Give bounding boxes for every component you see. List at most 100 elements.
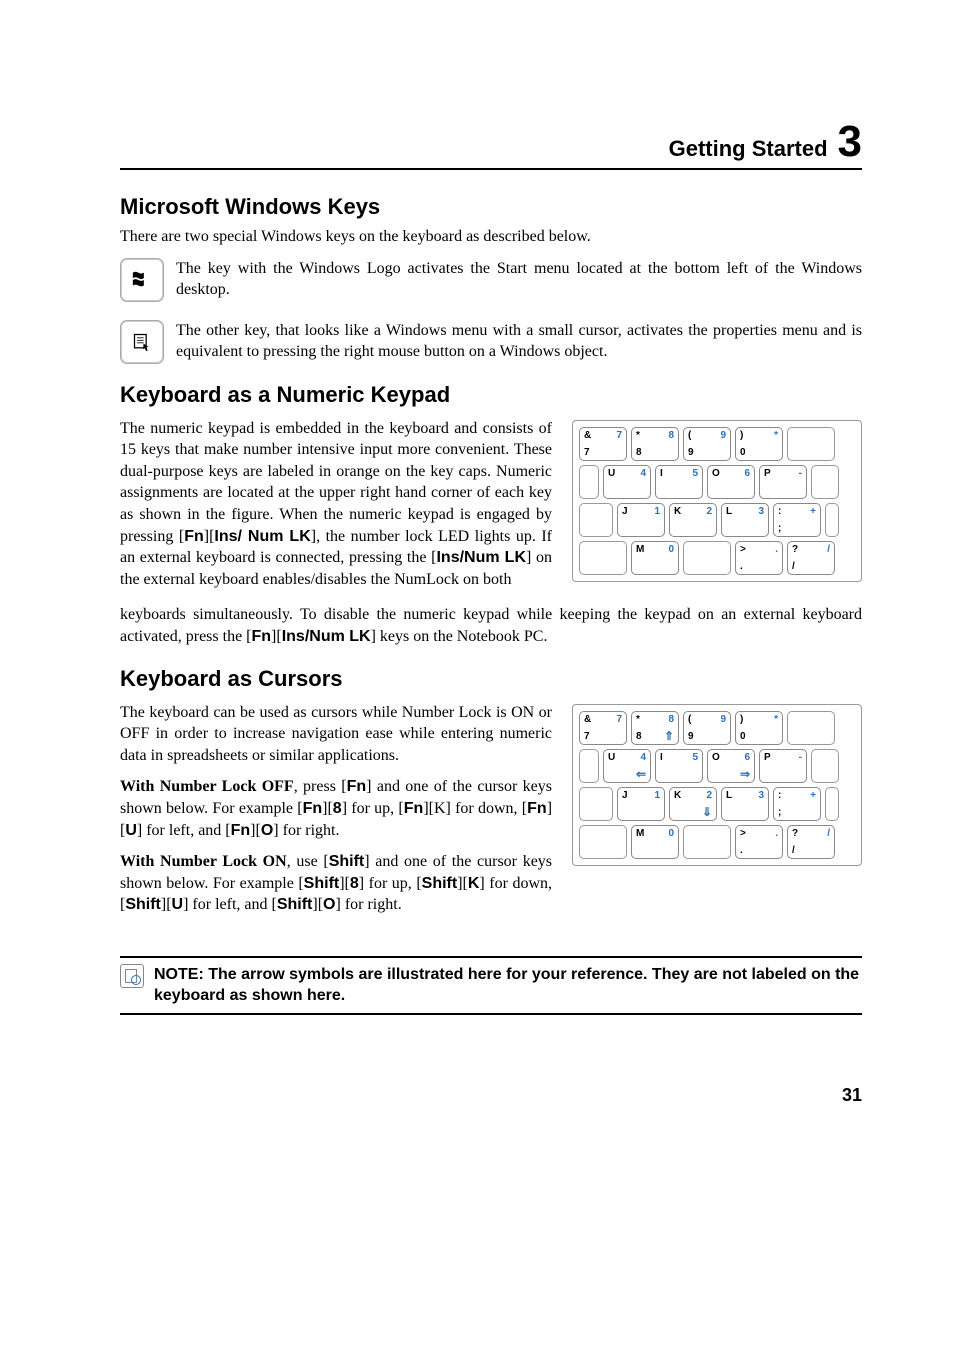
cursors-on-para: With Number Lock ON, use [Shift] and one…	[120, 851, 552, 916]
menu-cursor-icon	[132, 332, 152, 352]
shift-key-label: Shift	[277, 896, 313, 913]
note-divider-bottom	[120, 1013, 862, 1015]
note-divider-top	[120, 956, 862, 958]
cursors-block: The keyboard can be used as cursors whil…	[120, 698, 862, 926]
keypad-key: K2	[669, 503, 717, 537]
numeric-keypad-figure: &77*88(99)*0U4I5O6P-J1K2L3:+;M0>..?//	[572, 420, 862, 582]
t: , press [	[294, 778, 347, 795]
keypad-key: U4⇐	[603, 749, 651, 783]
keypad-key-blank	[683, 541, 731, 575]
windows-menu-key-row: The other key, that looks like a Windows…	[120, 320, 862, 364]
ins-numlk-label: Ins/Num LK	[282, 628, 371, 645]
numeric-keypad-block: The numeric keypad is embedded in the ke…	[120, 414, 862, 601]
keypad-key: :+;	[773, 503, 821, 537]
keypad-key: >..	[735, 825, 783, 859]
keypad-key-blank	[579, 465, 599, 499]
keypad-key: M0	[631, 541, 679, 575]
windows-logo-key-row: The key with the Windows Logo activates …	[120, 258, 862, 302]
t: ][	[250, 822, 261, 839]
keypad-key-blank	[579, 541, 627, 575]
keypad-key-blank	[811, 465, 839, 499]
keypad-key: J1	[617, 503, 665, 537]
key-u-label: U	[172, 896, 184, 913]
t: , use [	[287, 853, 329, 870]
fn-key-label: Fn	[527, 800, 547, 817]
t: ][	[312, 896, 323, 913]
cursors-intro: The keyboard can be used as cursors whil…	[120, 702, 552, 767]
key-o-label: O	[261, 822, 273, 839]
chapter-number: 3	[838, 120, 862, 164]
numlock-on-label: With Number Lock ON	[120, 853, 287, 870]
keypad-key: *88⇑	[631, 711, 679, 745]
keypad-key: &77	[579, 711, 627, 745]
windows-logo-key-icon	[120, 258, 164, 302]
t: ][	[322, 800, 333, 817]
keypad-key: O6	[707, 465, 755, 499]
numlock-off-label: With Number Lock OFF	[120, 778, 294, 795]
shift-key-label: Shift	[125, 896, 161, 913]
t: ] for up, [	[359, 875, 422, 892]
key-u-label: U	[125, 822, 137, 839]
keypad-key: &77	[579, 427, 627, 461]
note-row: NOTE: The arrow symbols are illustrated …	[120, 964, 862, 1007]
page: Getting Started 3 Microsoft Windows Keys…	[0, 0, 954, 1166]
t: ] for left, and [	[183, 896, 277, 913]
keypad-key: (99	[683, 711, 731, 745]
keypad-key: *88	[631, 427, 679, 461]
heading-numeric-keypad: Keyboard as a Numeric Keypad	[120, 382, 862, 408]
shift-key-label: Shift	[422, 875, 458, 892]
keypad-key: M0	[631, 825, 679, 859]
chapter-header: Getting Started 3	[120, 120, 862, 170]
keypad-key: :+;	[773, 787, 821, 821]
keypad-key: K2⇓	[669, 787, 717, 821]
fn-key-label: Fn	[184, 528, 204, 545]
keypad-key: O6⇒	[707, 749, 755, 783]
keypad-key: ?//	[787, 541, 835, 575]
t: The numeric keypad is embedded in the ke…	[120, 420, 552, 545]
keypad-key-blank	[811, 749, 839, 783]
fn-key-label: Fn	[252, 628, 272, 645]
numeric-keypad-para1: The numeric keypad is embedded in the ke…	[120, 418, 552, 591]
keypad-key: L3	[721, 503, 769, 537]
t: ] for up, [	[342, 800, 404, 817]
cursors-figure: &77*88⇑(99)*0U4⇐I5O6⇒P-J1K2⇓L3:+;M0>..?/…	[572, 704, 862, 866]
fn-key-label: Fn	[231, 822, 251, 839]
keypad-key: )*0	[735, 711, 783, 745]
page-number: 31	[120, 1085, 862, 1106]
keypad-key: L3	[721, 787, 769, 821]
keypad-key-blank	[683, 825, 731, 859]
t: ][K] for down, [	[423, 800, 527, 817]
cursors-off-para: With Number Lock OFF, press [Fn] and one…	[120, 776, 552, 841]
keypad-key: ?//	[787, 825, 835, 859]
heading-windows-keys: Microsoft Windows Keys	[120, 194, 862, 220]
t: ] keys on the Notebook PC.	[371, 628, 548, 645]
keypad-key-blank	[825, 503, 839, 537]
windows-menu-key-text: The other key, that looks like a Windows…	[176, 320, 862, 363]
keypad-key-blank	[787, 711, 835, 745]
windows-logo-key-text: The key with the Windows Logo activates …	[176, 258, 862, 301]
keypad-key-blank	[579, 503, 613, 537]
key-8-label: 8	[350, 875, 359, 892]
heading-cursors: Keyboard as Cursors	[120, 666, 862, 692]
note-text: NOTE: The arrow symbols are illustrated …	[154, 964, 862, 1007]
t: ][	[339, 875, 350, 892]
numeric-keypad-para2: keyboards simultaneously. To disable the…	[120, 604, 862, 647]
keypad-key-blank	[825, 787, 839, 821]
keypad-key: I5	[655, 749, 703, 783]
keypad-key: >..	[735, 541, 783, 575]
keypad-key-blank	[787, 427, 835, 461]
intro-windows-keys: There are two special Windows keys on th…	[120, 226, 862, 248]
windows-menu-key-icon	[120, 320, 164, 364]
ins-numlk-label: Ins/Num LK	[436, 549, 526, 566]
keypad-key: (99	[683, 427, 731, 461]
fn-key-label: Fn	[347, 778, 367, 795]
t: ][	[457, 875, 468, 892]
t: ][	[204, 528, 215, 545]
keypad-key-blank	[579, 749, 599, 783]
chapter-title: Getting Started	[669, 136, 828, 162]
t: ] for right.	[273, 822, 339, 839]
keypad-key: P-	[759, 465, 807, 499]
keypad-key: U4	[603, 465, 651, 499]
keypad-key: I5	[655, 465, 703, 499]
keypad-key-blank	[579, 787, 613, 821]
